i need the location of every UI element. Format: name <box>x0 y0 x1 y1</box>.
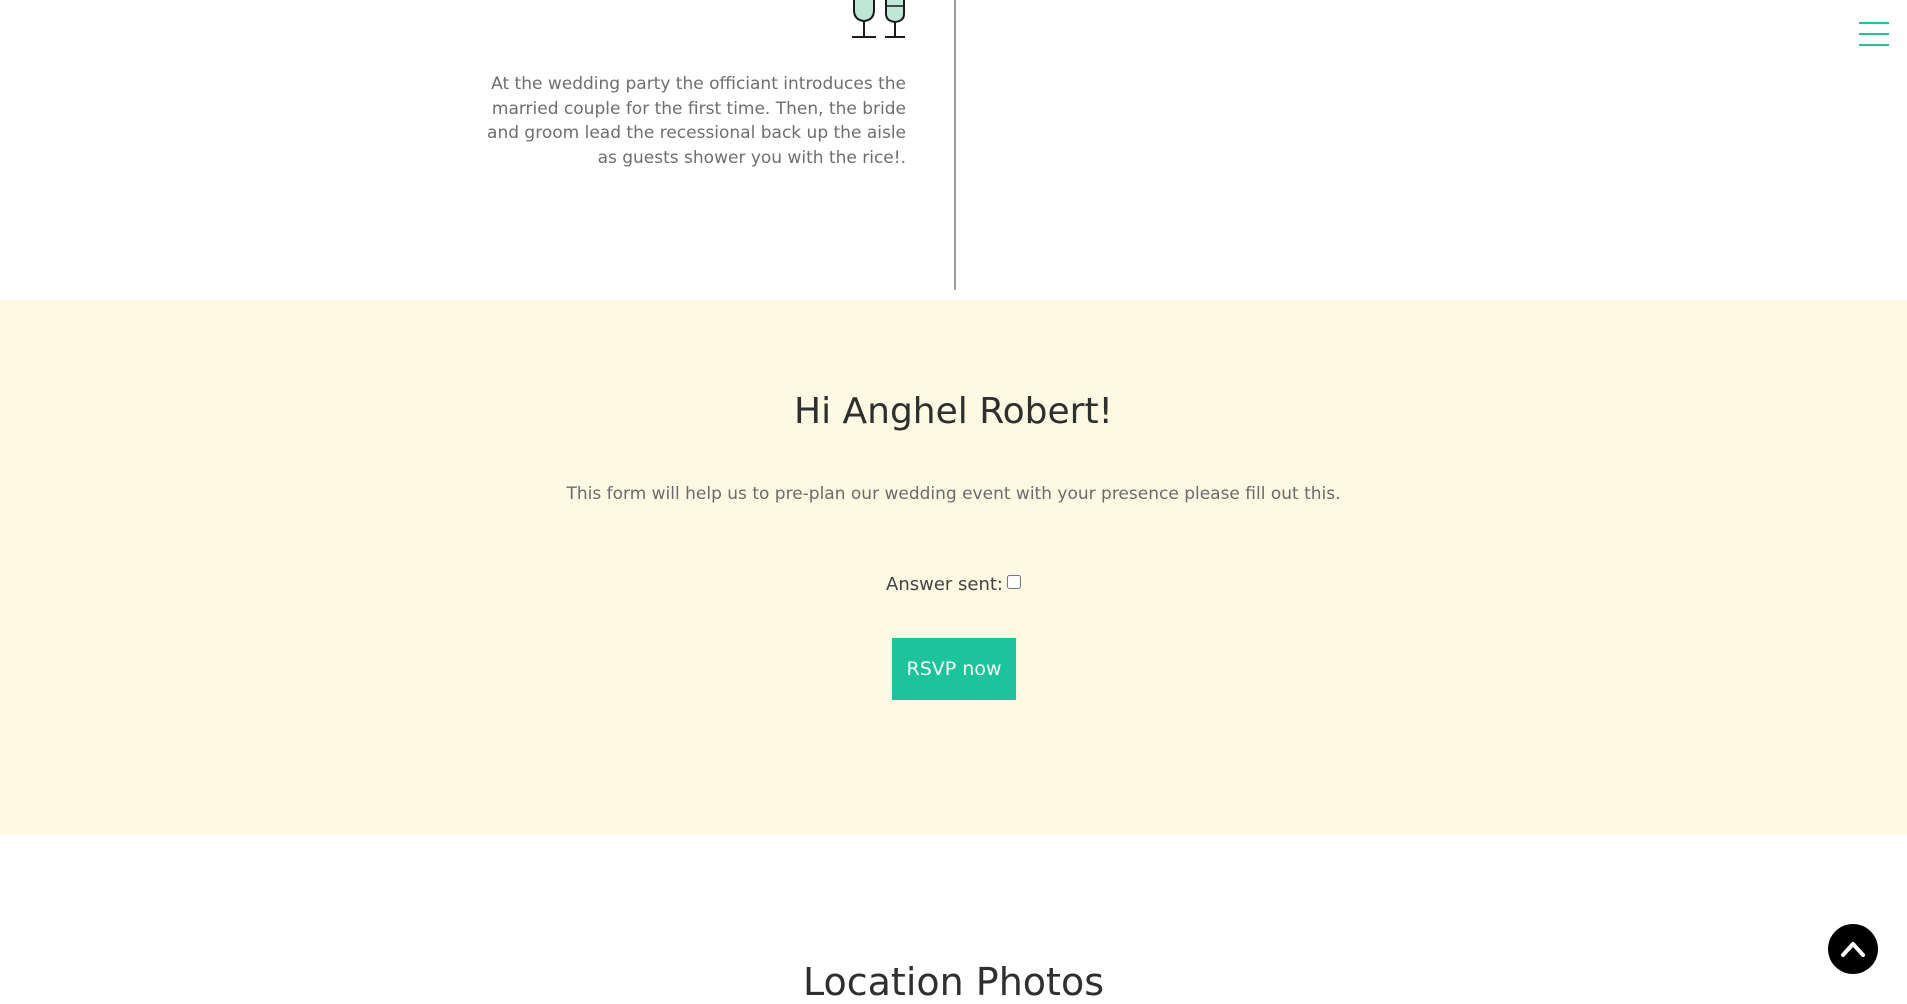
champagne-glasses-icon <box>850 0 908 40</box>
timeline-description: At the wedding party the officiant intro… <box>487 74 906 168</box>
rsvp-subtitle: This form will help us to pre-plan our w… <box>566 484 1341 504</box>
back-to-top-button[interactable] <box>1828 924 1878 974</box>
rsvp-now-button[interactable]: RSVP now <box>892 638 1016 700</box>
page: At the wedding party the officiant intro… <box>0 0 1907 1004</box>
answer-sent-label: Answer sent: <box>886 574 1003 595</box>
timeline-section: At the wedding party the officiant intro… <box>0 0 1907 300</box>
menu-line <box>1859 44 1889 46</box>
answer-sent-row: Answer sent: <box>0 574 1907 595</box>
answer-sent-checkbox[interactable] <box>1007 575 1021 589</box>
menu-line <box>1859 33 1889 35</box>
hamburger-menu-icon[interactable] <box>1859 22 1889 46</box>
location-photos-title: Location Photos <box>803 960 1104 1004</box>
chevron-up-icon <box>1841 942 1865 957</box>
timeline-divider <box>954 0 956 290</box>
rsvp-section: Hi Anghel Robert! This form will help us… <box>0 300 1907 835</box>
rsvp-title: Hi Anghel Robert! <box>794 391 1113 432</box>
menu-line <box>1859 22 1889 24</box>
